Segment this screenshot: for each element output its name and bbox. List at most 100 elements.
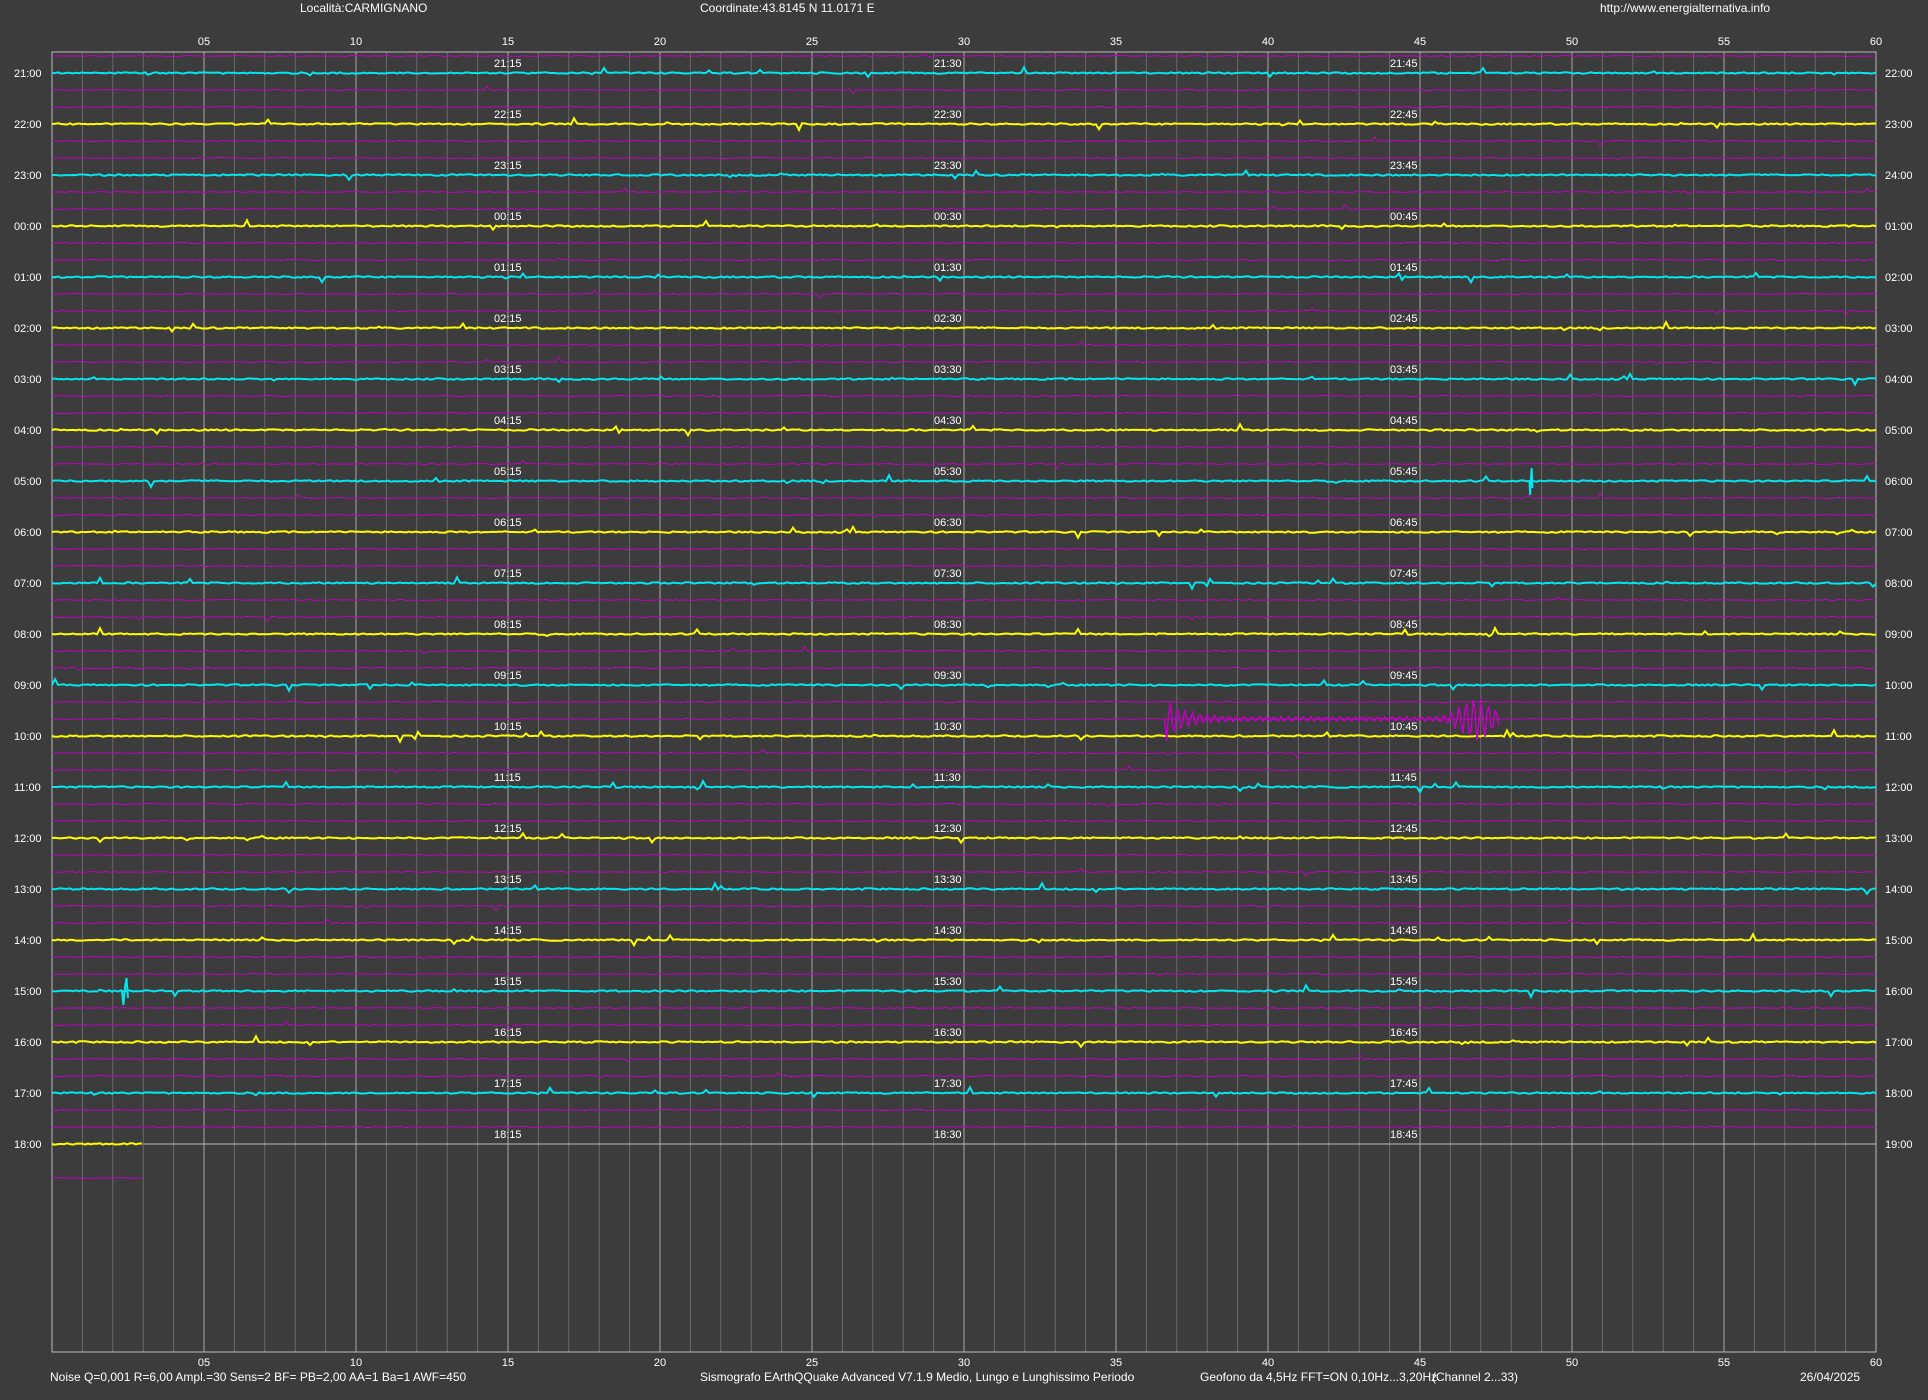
quarter-label: 12:30 xyxy=(934,823,962,835)
quarter-label: 02:45 xyxy=(1390,313,1418,325)
row-time-label-left: 08:00 xyxy=(14,629,42,641)
software-label: Sismografo EArthQQuake Advanced V7.1.9 M… xyxy=(700,1370,1135,1384)
quarter-label: 09:30 xyxy=(934,670,962,682)
x-tick-label-bottom: 35 xyxy=(1110,1357,1122,1369)
quarter-label: 10:15 xyxy=(494,721,522,733)
quarter-label: 04:30 xyxy=(934,415,962,427)
quarter-label: 08:45 xyxy=(1390,619,1418,631)
quarter-label: 07:15 xyxy=(494,568,522,580)
row-time-label-left: 11:00 xyxy=(14,782,41,794)
quarter-label: 15:15 xyxy=(494,976,522,988)
quarter-label: 17:45 xyxy=(1390,1078,1418,1090)
row-time-label-right: 03:00 xyxy=(1885,323,1913,335)
quarter-label: 05:45 xyxy=(1390,466,1418,478)
quarter-label: 00:45 xyxy=(1390,211,1418,223)
row-time-label-right: 13:00 xyxy=(1885,833,1913,845)
row-time-label-left: 04:00 xyxy=(14,425,42,437)
quarter-label: 16:30 xyxy=(934,1027,962,1039)
quarter-label: 01:45 xyxy=(1390,262,1418,274)
quarter-label: 23:30 xyxy=(934,160,962,172)
quarter-label: 08:30 xyxy=(934,619,962,631)
x-tick-label-top: 25 xyxy=(806,36,818,48)
x-tick-label-top: 45 xyxy=(1414,36,1426,48)
row-time-label-right: 15:00 xyxy=(1885,935,1913,947)
x-tick-label-top: 35 xyxy=(1110,36,1122,48)
quarter-label: 11:30 xyxy=(934,772,961,784)
quarter-label: 16:15 xyxy=(494,1027,522,1039)
quarter-label: 22:15 xyxy=(494,109,522,121)
x-tick-label-top: 10 xyxy=(350,36,362,48)
row-time-label-left: 05:00 xyxy=(14,476,42,488)
quarter-label: 22:45 xyxy=(1390,109,1418,121)
quarter-label: 11:15 xyxy=(494,772,521,784)
quarter-label: 03:30 xyxy=(934,364,962,376)
row-time-label-right: 01:00 xyxy=(1885,221,1913,233)
magenta-trace xyxy=(51,1176,143,1180)
x-tick-label-bottom: 60 xyxy=(1870,1357,1882,1369)
row-time-label-right: 08:00 xyxy=(1885,578,1913,590)
parameters-label: Noise Q=0,001 R=6,00 Ampl.=30 Sens=2 BF=… xyxy=(50,1370,467,1384)
x-tick-label-bottom: 05 xyxy=(198,1357,210,1369)
quarter-label: 01:30 xyxy=(934,262,962,274)
channel-label: (Channel 2...33) xyxy=(1432,1370,1519,1384)
row-time-label-left: 06:00 xyxy=(14,527,42,539)
seismic-event xyxy=(1163,698,1500,741)
row-time-label-right: 09:00 xyxy=(1885,629,1913,641)
quarter-label: 23:15 xyxy=(494,160,522,172)
quarter-label: 12:15 xyxy=(494,823,522,835)
quarter-label: 15:45 xyxy=(1390,976,1418,988)
row-time-label-left: 21:00 xyxy=(14,68,42,80)
row-time-label-left: 02:00 xyxy=(14,323,42,335)
quarter-label: 21:15 xyxy=(494,58,522,70)
row-time-label-right: 02:00 xyxy=(1885,272,1913,284)
quarter-label: 09:45 xyxy=(1390,670,1418,682)
x-tick-label-top: 15 xyxy=(502,36,514,48)
quarter-label: 05:30 xyxy=(934,466,962,478)
quarter-label: 03:15 xyxy=(494,364,522,376)
x-tick-label-bottom: 15 xyxy=(502,1357,514,1369)
row-time-label-right: 24:00 xyxy=(1885,170,1913,182)
row-time-label-right: 18:00 xyxy=(1885,1088,1913,1100)
row-time-label-left: 13:00 xyxy=(14,884,42,896)
quarter-label: 06:30 xyxy=(934,517,962,529)
x-tick-label-top: 30 xyxy=(958,36,970,48)
row-time-label-right: 12:00 xyxy=(1885,782,1913,794)
quarter-label: 04:15 xyxy=(494,415,522,427)
quarter-label: 01:15 xyxy=(494,262,522,274)
quarter-label: 14:45 xyxy=(1390,925,1418,937)
quarter-label: 17:30 xyxy=(934,1078,962,1090)
quarter-label: 06:45 xyxy=(1390,517,1418,529)
quarter-label: 02:15 xyxy=(494,313,522,325)
quarter-label: 18:45 xyxy=(1390,1129,1418,1141)
seismic-event xyxy=(120,977,129,1006)
trace-yellow-row xyxy=(51,1142,143,1146)
quarter-label: 13:30 xyxy=(934,874,962,886)
row-time-label-left: 18:00 xyxy=(14,1139,42,1151)
quarter-label: 11:45 xyxy=(1390,772,1417,784)
quarter-label: 12:45 xyxy=(1390,823,1418,835)
quarter-label: 14:15 xyxy=(494,925,522,937)
quarter-label: 05:15 xyxy=(494,466,522,478)
quarter-label: 21:30 xyxy=(934,58,962,70)
x-tick-label-bottom: 10 xyxy=(350,1357,362,1369)
row-time-label-right: 05:00 xyxy=(1885,425,1913,437)
quarter-label: 03:45 xyxy=(1390,364,1418,376)
x-tick-label-bottom: 50 xyxy=(1566,1357,1578,1369)
quarter-label: 18:15 xyxy=(494,1129,522,1141)
quarter-label: 13:45 xyxy=(1390,874,1418,886)
row-time-label-right: 14:00 xyxy=(1885,884,1913,896)
row-time-label-right: 11:00 xyxy=(1885,731,1912,743)
row-time-label-right: 06:00 xyxy=(1885,476,1913,488)
quarter-label: 02:30 xyxy=(934,313,962,325)
quarter-label: 00:30 xyxy=(934,211,962,223)
geophone-label: Geofono da 4,5Hz FFT=ON 0,10Hz...3,20Hz xyxy=(1200,1370,1438,1384)
x-tick-label-top: 20 xyxy=(654,36,666,48)
x-tick-label-top: 40 xyxy=(1262,36,1274,48)
row-time-label-left: 16:00 xyxy=(14,1037,42,1049)
row-time-label-right: 07:00 xyxy=(1885,527,1913,539)
row-time-label-right: 04:00 xyxy=(1885,374,1913,386)
x-tick-label-bottom: 20 xyxy=(654,1357,666,1369)
quarter-label: 09:15 xyxy=(494,670,522,682)
quarter-label: 08:15 xyxy=(494,619,522,631)
x-tick-label-top: 05 xyxy=(198,36,210,48)
